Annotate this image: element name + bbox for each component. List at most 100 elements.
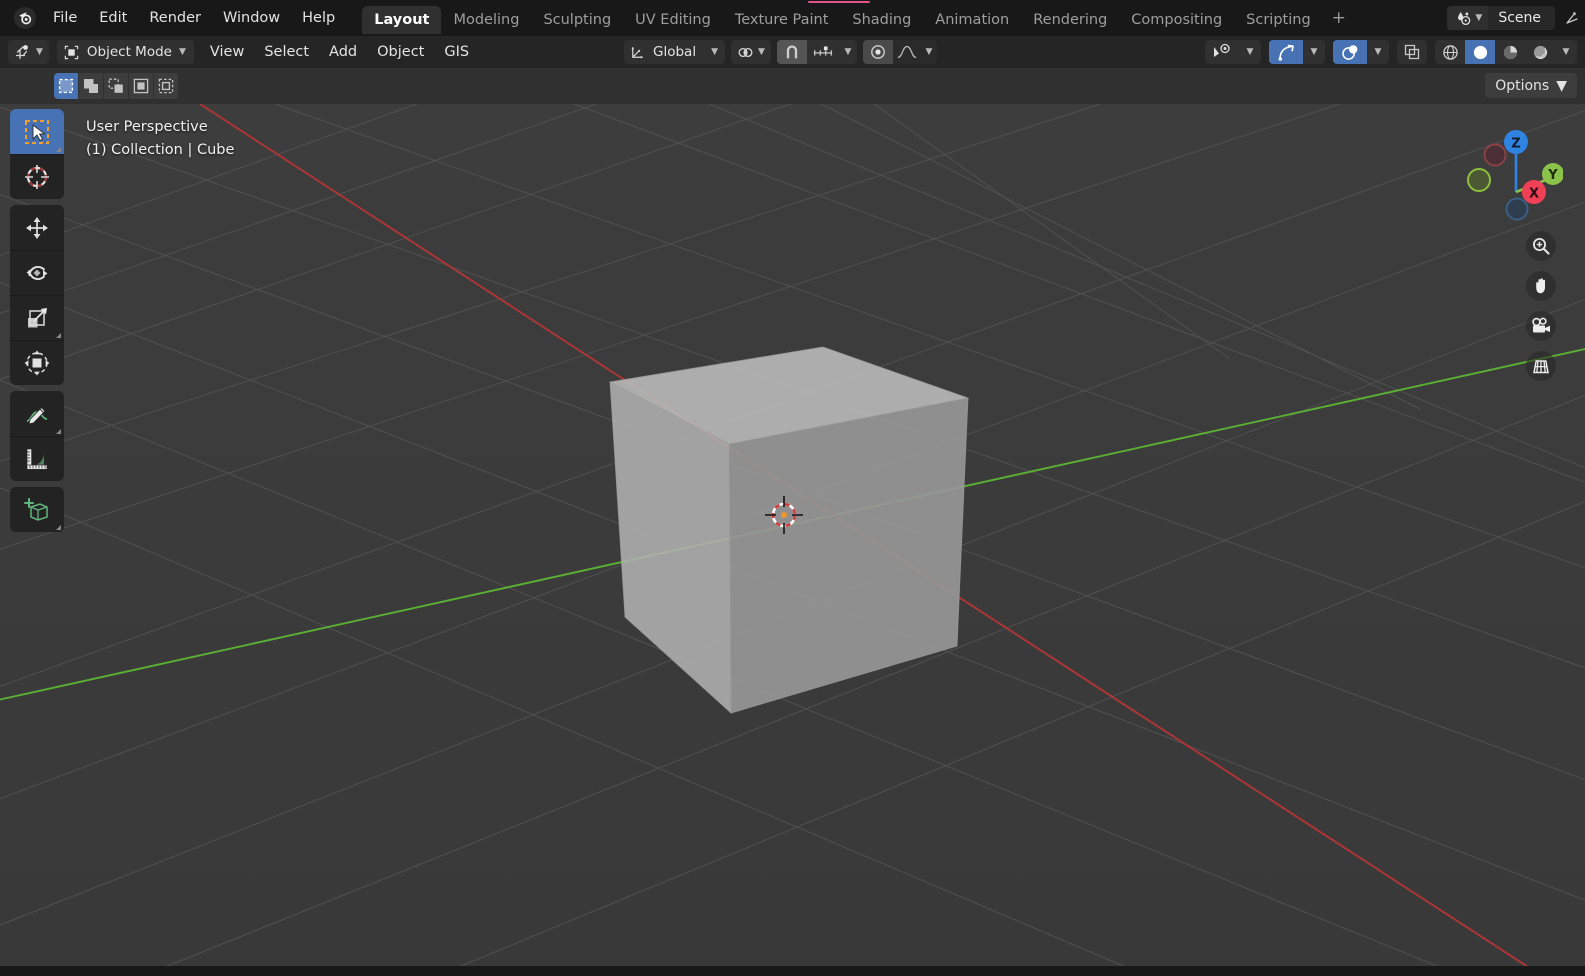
menu-file[interactable]: File [42, 6, 88, 30]
viewport-menu-view[interactable]: View [200, 41, 254, 63]
transform-orientation-selector[interactable]: Global ▼ [624, 40, 725, 64]
tab-layout[interactable]: Layout [362, 6, 442, 34]
viewport-menu-object[interactable]: Object [367, 41, 434, 63]
select-box-tool[interactable] [10, 109, 64, 154]
select-mode-group [54, 73, 179, 99]
chevron-down-icon: ▼ [1475, 12, 1483, 23]
chevron-down-icon[interactable]: ▼ [1303, 40, 1325, 64]
shading-rendered-icon[interactable] [1525, 40, 1555, 64]
viewport-menu-add[interactable]: Add [319, 41, 367, 63]
smooth-falloff-icon[interactable] [892, 40, 921, 64]
menu-render[interactable]: Render [138, 6, 212, 30]
toggle-perspective-button[interactable] [1523, 346, 1559, 386]
tab-sculpting[interactable]: Sculpting [531, 6, 623, 34]
object-visibility-icon[interactable] [1205, 40, 1239, 64]
tool-submenu-indicator [56, 147, 61, 152]
annotate-tool-icon [26, 406, 48, 425]
shading-material-preview-icon[interactable] [1495, 40, 1525, 64]
scene-data-icon[interactable]: ▼ [1447, 6, 1489, 30]
move-tool[interactable] [10, 205, 64, 250]
tool-submenu-indicator [56, 429, 61, 434]
tab-modeling[interactable]: Modeling [441, 6, 531, 34]
measure-tool-icon [26, 448, 48, 470]
shading-solid-icon[interactable] [1465, 40, 1495, 64]
chevron-down-icon[interactable]: ▼ [1367, 40, 1389, 64]
transform-tool-icon [24, 350, 50, 376]
zoom-view-button[interactable] [1523, 226, 1559, 266]
menu-help[interactable]: Help [291, 6, 346, 30]
xray-toggle-icon[interactable] [1397, 40, 1427, 64]
object-mode-selector[interactable]: Object Mode ▼ [56, 40, 194, 64]
tab-shading[interactable]: Shading [840, 6, 923, 34]
select-set-icon[interactable] [54, 73, 79, 99]
select-subtract-icon[interactable] [104, 73, 129, 99]
measure-tool[interactable] [10, 436, 64, 481]
proportional-editing-icon[interactable] [862, 40, 893, 64]
menu-window[interactable]: Window [212, 6, 291, 30]
orientation-axes-icon [631, 46, 644, 59]
add-cube-tool[interactable] [10, 487, 64, 532]
viewport-header: ▼ Object Mode ▼ View Select Add Object G… [0, 36, 1585, 68]
tab-uv-editing[interactable]: UV Editing [623, 6, 723, 34]
chevron-down-icon[interactable]: ▼ [1555, 40, 1577, 64]
tab-rendering[interactable]: Rendering [1021, 6, 1119, 34]
topbar-right-controls: ▼ Scene [1447, 0, 1585, 36]
pivot-point-selector[interactable]: ▼ [731, 40, 771, 64]
scale-tool[interactable] [10, 295, 64, 340]
magnet-icon[interactable] [776, 40, 807, 64]
cursor-tool[interactable] [10, 154, 64, 199]
chevron-down-icon[interactable]: ▼ [839, 40, 857, 64]
navigation-gizmo[interactable]: Z Y X [1453, 112, 1563, 222]
annotate-tool[interactable] [10, 391, 64, 436]
object-mode-icon [64, 45, 79, 59]
top-bar: File Edit Render Window Help Layout Mode… [0, 0, 1585, 36]
rotate-tool[interactable] [10, 250, 64, 295]
add-cube-tool-icon [23, 497, 48, 521]
tab-texture-paint[interactable]: Texture Paint [723, 6, 841, 34]
workspace-tabs: Layout Modeling Sculpting UV Editing Tex… [362, 0, 1355, 36]
new-scene-icon[interactable] [1559, 10, 1585, 26]
hand-pan-icon [1526, 271, 1556, 301]
options-label: Options [1495, 77, 1550, 94]
viewport-menu-select[interactable]: Select [254, 41, 319, 63]
svg-text:Z: Z [1511, 137, 1520, 152]
pan-view-button[interactable] [1523, 266, 1559, 306]
gizmo-axis-neg-x [1483, 143, 1507, 167]
cursor-3d-icon [25, 165, 49, 189]
blender-logo-icon[interactable] [8, 0, 42, 36]
chevron-down-icon[interactable]: ▼ [920, 40, 937, 64]
workspace-drag-indicator [808, 1, 870, 3]
menu-edit[interactable]: Edit [88, 6, 138, 30]
proportional-editing-controls: ▼ [862, 40, 937, 64]
viewport-nav-buttons [1523, 226, 1559, 386]
camera-view-button[interactable] [1523, 306, 1559, 346]
camera-icon [1526, 311, 1556, 341]
viewport-scene [0, 104, 1585, 966]
select-extend-icon[interactable] [79, 73, 104, 99]
transform-tool[interactable] [10, 340, 64, 385]
svg-text:X: X [1529, 187, 1539, 202]
tweak-select-box-icon [25, 119, 49, 144]
select-invert-icon[interactable] [129, 73, 154, 99]
snap-increment-icon[interactable] [807, 40, 839, 64]
scene-name-value[interactable]: Scene [1488, 10, 1555, 26]
tab-compositing[interactable]: Compositing [1119, 6, 1234, 34]
add-workspace-button[interactable]: + [1323, 6, 1355, 30]
chevron-down-icon[interactable]: ▼ [1239, 40, 1261, 64]
overlays-icon[interactable] [1333, 40, 1367, 64]
viewport-menu-gis[interactable]: GIS [434, 41, 479, 63]
chevron-down-icon: ▼ [711, 46, 718, 57]
3d-viewport[interactable]: User Perspective (1) Collection | Cube Z… [0, 104, 1585, 966]
tab-animation[interactable]: Animation [923, 6, 1021, 34]
orthographic-grid-icon [1526, 351, 1556, 381]
scene-selector[interactable]: ▼ Scene [1447, 6, 1555, 30]
chevron-down-icon: ▼ [1556, 77, 1567, 94]
tab-scripting[interactable]: Scripting [1234, 6, 1322, 34]
chevron-down-icon: ▼ [758, 46, 765, 57]
shading-wireframe-icon[interactable] [1435, 40, 1465, 64]
options-button[interactable]: Options ▼ [1485, 73, 1577, 98]
move-tool-icon [26, 216, 48, 239]
editor-type-3dviewport-icon[interactable]: ▼ [8, 40, 49, 64]
gizmo-icon[interactable] [1269, 40, 1303, 64]
select-intersect-icon[interactable] [154, 73, 179, 99]
